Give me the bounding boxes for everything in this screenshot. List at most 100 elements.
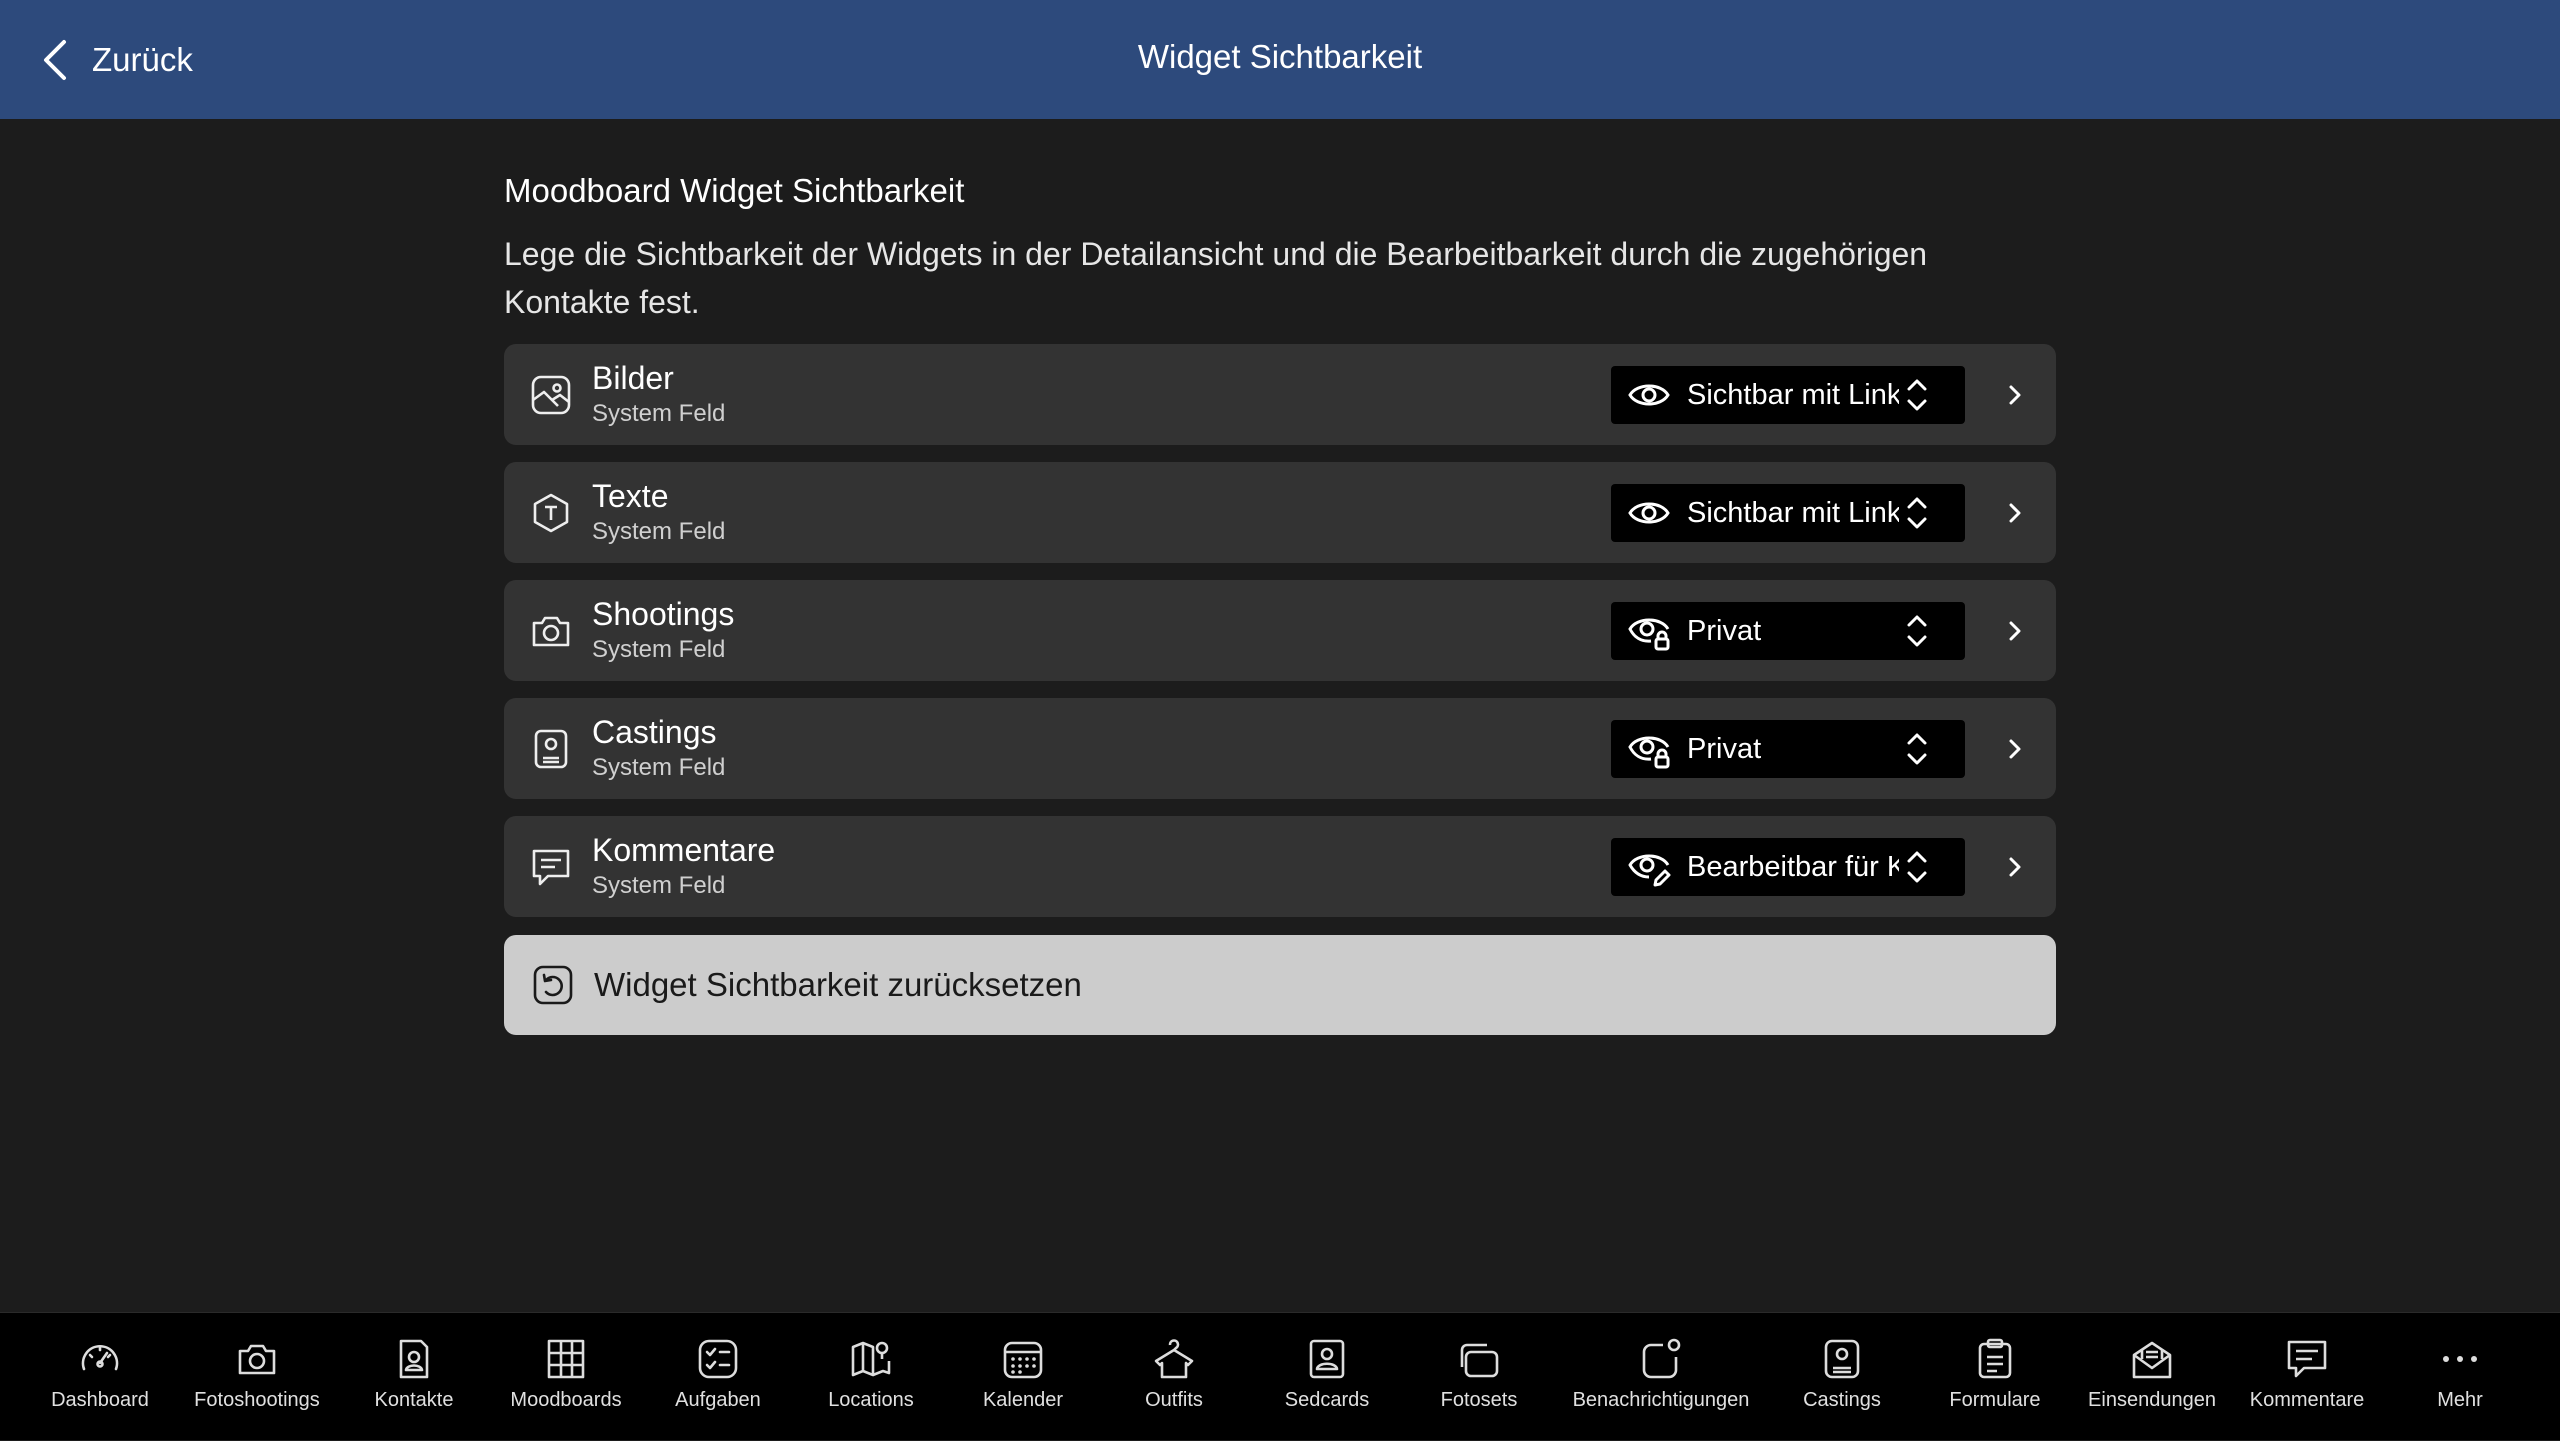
tab-outfits[interactable]: Outfits xyxy=(1114,1313,1234,1441)
tab-aufgaben[interactable]: Aufgaben xyxy=(658,1313,778,1441)
widget-row-bilder[interactable]: Bilder System Feld Sichtbar mit Link xyxy=(504,344,2056,445)
tab-sedcards[interactable]: Sedcards xyxy=(1267,1313,1387,1441)
chevron-up-down-icon xyxy=(1903,611,1931,651)
widget-subtitle: System Feld xyxy=(592,872,726,899)
tab-label: Aufgaben xyxy=(675,1389,761,1411)
tab-kontakte[interactable]: Kontakte xyxy=(354,1313,474,1441)
tab-label: Mehr xyxy=(2437,1389,2483,1411)
visibility-value: Sichtbar mit Link xyxy=(1687,496,1899,529)
tab-dashboard[interactable]: Dashboard xyxy=(40,1313,160,1441)
tab-label: Fotoshootings xyxy=(194,1389,320,1411)
outfit-icon xyxy=(1152,1337,1196,1381)
widget-subtitle: System Feld xyxy=(592,636,726,663)
widget-row-texte[interactable]: Texte System Feld Sichtbar mit Link xyxy=(504,462,2056,563)
eye-icon xyxy=(1627,373,1671,417)
tab-fotosets[interactable]: Fotosets xyxy=(1419,1313,1539,1441)
tab-formulare[interactable]: Formulare xyxy=(1935,1313,2055,1441)
chevron-up-down-icon xyxy=(1903,375,1931,415)
chevron-right-icon[interactable] xyxy=(2006,498,2024,528)
tab-label: Kommentare xyxy=(2249,1389,2365,1411)
widget-name: Kommentare xyxy=(592,832,776,868)
notification-icon xyxy=(1639,1337,1683,1381)
tasks-icon xyxy=(696,1337,740,1381)
map-icon xyxy=(849,1337,893,1381)
widget-row-castings[interactable]: Castings System Feld Privat xyxy=(504,698,2056,799)
tab-mehr[interactable]: Mehr xyxy=(2400,1313,2520,1441)
tab-label: Castings xyxy=(1803,1389,1881,1411)
tab-label: Benachrichtigungen xyxy=(1572,1389,1750,1411)
widget-name: Bilder xyxy=(592,360,674,396)
visibility-value: Privat xyxy=(1687,614,1762,647)
tab-label: Fotosets xyxy=(1440,1389,1518,1411)
eye-lock-icon xyxy=(1627,727,1671,771)
widget-name: Castings xyxy=(592,714,717,750)
reset-label: Widget Sichtbarkeit zurücksetzen xyxy=(594,966,1082,1003)
form-icon xyxy=(1973,1337,2017,1381)
text-hexagon-icon xyxy=(530,492,572,534)
tab-label: Kontakte xyxy=(374,1389,454,1411)
sedcard-icon xyxy=(1305,1337,1349,1381)
tab-label: Einsendungen xyxy=(2088,1389,2216,1411)
visibility-select[interactable]: Privat xyxy=(1611,602,1965,660)
tab-label: Moodboards xyxy=(510,1389,622,1411)
tab-label: Sedcards xyxy=(1284,1389,1370,1411)
dashboard-icon xyxy=(78,1337,122,1381)
chevron-up-down-icon xyxy=(1903,847,1931,887)
tab-benachrichtigungen[interactable]: Benachrichtigungen xyxy=(1566,1313,1756,1441)
tab-einsendungen[interactable]: Einsendungen xyxy=(2082,1313,2222,1441)
chevron-up-down-icon xyxy=(1903,729,1931,769)
section-description: Lege die Sichtbarkeit der Widgets in der… xyxy=(504,230,2056,326)
tab-locations[interactable]: Locations xyxy=(811,1313,931,1441)
tab-moodboards[interactable]: Moodboards xyxy=(506,1313,626,1441)
eye-icon xyxy=(1627,491,1671,535)
chevron-right-icon[interactable] xyxy=(2006,734,2024,764)
description-line-1: Lege die Sichtbarkeit der Widgets in der… xyxy=(504,236,1928,272)
tab-label: Dashboard xyxy=(51,1389,149,1411)
image-icon xyxy=(530,374,572,416)
chevron-right-icon[interactable] xyxy=(2006,380,2024,410)
photoset-icon xyxy=(1457,1337,1501,1381)
tab-label: Formulare xyxy=(1949,1389,2041,1411)
contact-icon xyxy=(392,1337,436,1381)
submission-icon xyxy=(2130,1337,2174,1381)
tab-fotoshootings[interactable]: Fotoshootings xyxy=(187,1313,327,1441)
reset-icon xyxy=(532,964,574,1006)
tab-kalender[interactable]: Kalender xyxy=(963,1313,1083,1441)
camera-icon xyxy=(235,1337,279,1381)
tab-label: Kalender xyxy=(982,1389,1064,1411)
chevron-right-icon[interactable] xyxy=(2006,852,2024,882)
widget-name: Texte xyxy=(592,478,669,514)
section-title: Moodboard Widget Sichtbarkeit xyxy=(504,172,965,209)
tab-label: Outfits xyxy=(1145,1389,1203,1411)
visibility-select[interactable]: Privat xyxy=(1611,720,1965,778)
widget-subtitle: System Feld xyxy=(592,754,726,781)
tab-kommentare[interactable]: Kommentare xyxy=(2247,1313,2367,1441)
contact-card-icon xyxy=(530,728,572,770)
bottom-tab-bar: Dashboard Fotoshootings Kontakte Moodboa… xyxy=(0,1312,2560,1440)
top-navigation-bar: Zurück Widget Sichtbarkeit xyxy=(0,0,2560,119)
widget-row-kommentare[interactable]: Kommentare System Feld Bearbeitbar für K xyxy=(504,816,2056,917)
visibility-select[interactable]: Sichtbar mit Link xyxy=(1611,484,1965,542)
section-header: Moodboard Widget Sichtbarkeit Lege die S… xyxy=(504,160,2056,326)
widget-name: Shootings xyxy=(592,596,735,632)
widget-row-shootings[interactable]: Shootings System Feld Privat xyxy=(504,580,2056,681)
chevron-up-down-icon xyxy=(1903,493,1931,533)
visibility-select[interactable]: Bearbeitbar für K xyxy=(1611,838,1965,896)
widget-list: Bilder System Feld Sichtbar mit Link Tex… xyxy=(504,344,2056,934)
casting-icon xyxy=(1820,1337,1864,1381)
reset-visibility-button[interactable]: Widget Sichtbarkeit zurücksetzen xyxy=(504,935,2056,1035)
comment-icon xyxy=(530,846,572,888)
visibility-select[interactable]: Sichtbar mit Link xyxy=(1611,366,1965,424)
more-icon xyxy=(2438,1337,2482,1381)
tab-label: Locations xyxy=(828,1389,914,1411)
camera-icon xyxy=(530,610,572,652)
eye-edit-icon xyxy=(1627,845,1671,889)
description-line-2: Kontakte fest. xyxy=(504,284,700,320)
page-title: Widget Sichtbarkeit xyxy=(1137,38,1423,75)
widget-subtitle: System Feld xyxy=(592,518,726,545)
visibility-value: Sichtbar mit Link xyxy=(1687,378,1899,411)
tab-castings[interactable]: Castings xyxy=(1782,1313,1902,1441)
widget-subtitle: System Feld xyxy=(592,400,726,427)
chevron-right-icon[interactable] xyxy=(2006,616,2024,646)
eye-lock-icon xyxy=(1627,609,1671,653)
